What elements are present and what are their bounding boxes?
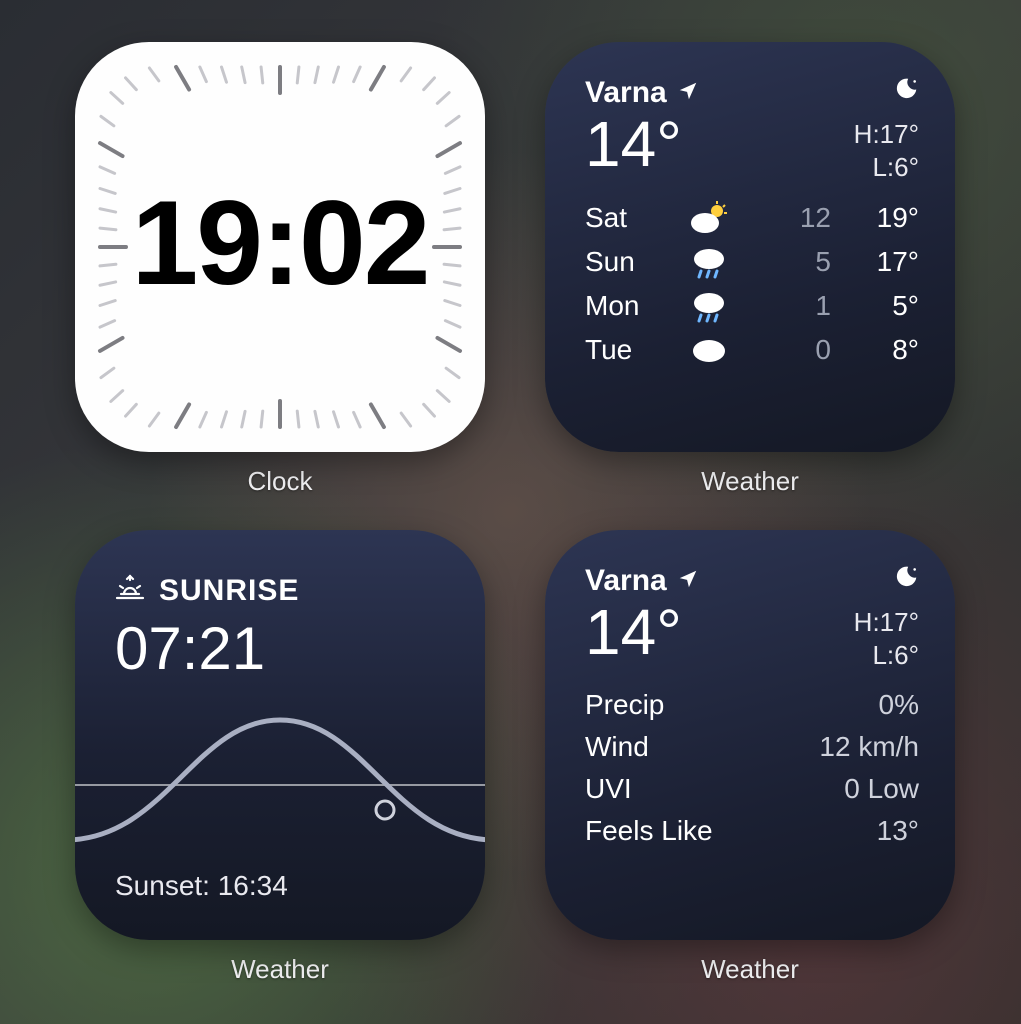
detail-value: 12 km/h [819,731,919,763]
sunrise-time: 07:21 [115,614,445,683]
detail-row: UVI 0 Low [585,773,919,805]
weather-high: H:17° [854,606,919,639]
detail-row: Precip 0% [585,689,919,721]
rain-icon [681,245,737,279]
detail-row: Feels Like 13° [585,815,919,847]
weather-location: Varna [585,564,667,598]
forecast-row: Sat 12 19° [585,201,919,235]
clock-widget[interactable]: 19:02 [75,42,485,452]
weather-detail-caption: Weather [545,954,955,985]
partly-sunny-icon [681,201,737,235]
forecast-row: Sun 5 17° [585,245,919,279]
detail-rows: Precip 0% Wind 12 km/h UVI 0 Low Feels L… [585,689,919,847]
weather-low: L:6° [854,151,919,184]
forecast-rows: Sat 12 19° Sun 5 17° Mon [585,201,919,367]
detail-label: Wind [585,731,649,763]
location-arrow-icon [677,564,699,598]
sunrise-widget-slot: SUNRISE 07:21 Sunset: 16:34 Weather [75,530,485,985]
detail-label: Feels Like [585,815,713,847]
forecast-high: 8° [849,334,919,366]
rain-icon [681,289,737,323]
weather-forecast-widget[interactable]: Varna 14° H:17° L:6° Sa [545,42,955,452]
detail-value: 0% [879,689,919,721]
weather-low: L:6° [854,639,919,672]
cloud-icon [681,333,737,367]
forecast-day: Mon [585,290,681,322]
sun-path-graph [75,700,485,870]
sunset-label: Sunset: 16:34 [115,870,288,902]
detail-value: 0 Low [844,773,919,805]
forecast-day: Sun [585,246,681,278]
weather-location: Varna [585,76,667,110]
forecast-day: Tue [585,334,681,366]
forecast-low: 0 [737,334,849,366]
forecast-low: 5 [737,246,849,278]
sunrise-title: SUNRISE [159,574,299,608]
sunrise-icon [115,574,145,608]
forecast-high: 5° [849,290,919,322]
clock-widget-slot: 19:02 Clock [75,42,485,497]
forecast-high: 19° [849,202,919,234]
clock-time: 19:02 [132,174,429,312]
weather-high: H:17° [854,118,919,151]
forecast-row: Tue 0 8° [585,333,919,367]
forecast-low: 1 [737,290,849,322]
detail-row: Wind 12 km/h [585,731,919,763]
sunrise-caption: Weather [75,954,485,985]
forecast-low: 12 [737,202,849,234]
moon-icon [854,564,919,598]
moon-icon [854,76,919,110]
detail-value: 13° [877,815,919,847]
weather-detail-widget[interactable]: Varna 14° H:17° L:6° Pr [545,530,955,940]
forecast-high: 17° [849,246,919,278]
sunrise-widget[interactable]: SUNRISE 07:21 Sunset: 16:34 [75,530,485,940]
detail-label: Precip [585,689,664,721]
weather-current-temp: 14° [585,112,699,176]
forecast-row: Mon 1 5° [585,289,919,323]
weather-forecast-caption: Weather [545,466,955,497]
forecast-day: Sat [585,202,681,234]
weather-detail-slot: Varna 14° H:17° L:6° Pr [545,530,955,985]
weather-current-temp: 14° [585,600,699,664]
location-arrow-icon [677,76,699,110]
clock-caption: Clock [75,466,485,497]
weather-forecast-slot: Varna 14° H:17° L:6° Sa [545,42,955,497]
detail-label: UVI [585,773,632,805]
